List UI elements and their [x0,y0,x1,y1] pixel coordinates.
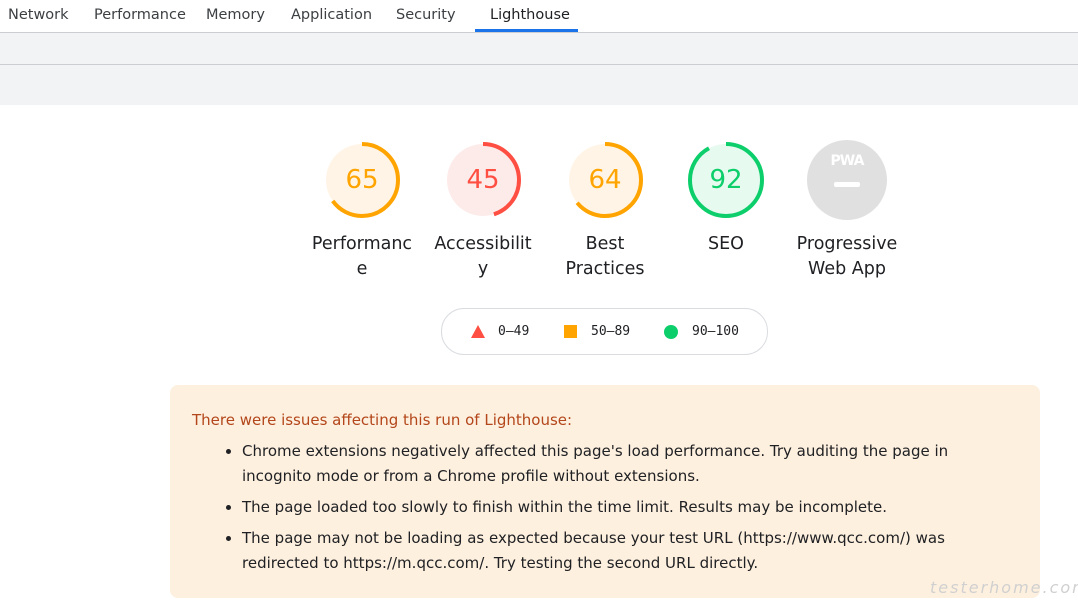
gauge-label-seo[interactable]: SEO [666,232,786,257]
gauge-pwa[interactable]: PWA [807,140,887,220]
legend-fail-range: 0–49 [498,324,530,339]
triangle-icon [471,325,485,338]
gauge-ring [807,140,887,220]
tab-performance[interactable]: Performance [94,0,186,30]
legend-average-range: 50–89 [591,324,631,339]
warnings-list: Chrome extensions negatively affected th… [220,439,1012,582]
tab-lighthouse[interactable]: Lighthouse [490,0,570,30]
legend-pass-range: 90–100 [692,324,739,339]
gauge-label-line: Best [585,234,625,254]
gauge-best-practices[interactable]: 64 [565,140,645,220]
gauge-label-line: SEO [708,234,744,254]
gauge-label-line: e [356,259,368,279]
report-topbar [0,65,1078,105]
gauge-label-line: Practices [565,259,645,279]
active-tab-indicator [475,29,578,32]
gauge-seo[interactable]: 92 [686,140,766,220]
warning-item: The page loaded too slowly to finish wit… [242,495,1012,520]
circle-icon [664,325,678,339]
gauge-label-line: Web App [808,259,886,279]
gauge-label-performance[interactable]: Performanc e [302,232,422,282]
tab-memory[interactable]: Memory [206,0,265,30]
gauge-score: 45 [466,165,500,195]
warning-item: The page may not be loading as expected … [242,526,1012,576]
lighthouse-toolbar [0,33,1078,65]
warnings-title: There were issues affecting this run of … [192,411,573,429]
tab-application[interactable]: Application [291,0,372,30]
gauge-label-line: Progressive [796,234,898,254]
gauge-label-line: y [477,259,489,279]
warning-item: Chrome extensions negatively affected th… [242,439,1012,489]
gauge-label-line: Performanc [311,234,413,254]
gauge-performance[interactable]: 65 [322,140,402,220]
gauge-score: 92 [709,165,743,195]
run-warnings-box: There were issues affecting this run of … [170,385,1040,598]
gauge-accessibility[interactable]: 45 [443,140,523,220]
gauge-label-line: Accessibilit [434,234,532,254]
gauge-label-best-practices[interactable]: Best Practices [545,232,665,282]
gauge-score: 65 [345,165,379,195]
tab-network[interactable]: Network [8,0,69,30]
score-scale-legend: 0–49 50–89 90–100 [441,308,768,355]
gauge-score: 64 [588,165,622,195]
devtools-tab-bar: Network Performance Memory Application S… [0,0,1078,33]
gauge-label-accessibility[interactable]: Accessibilit y [423,232,543,282]
pwa-badge-icon: PWA [830,153,865,169]
watermark: testerhome.com [930,578,1078,597]
tab-security[interactable]: Security [396,0,456,30]
gauge-label-pwa[interactable]: Progressive Web App [787,232,907,282]
square-icon [564,325,577,338]
pwa-dash-icon [834,182,860,187]
